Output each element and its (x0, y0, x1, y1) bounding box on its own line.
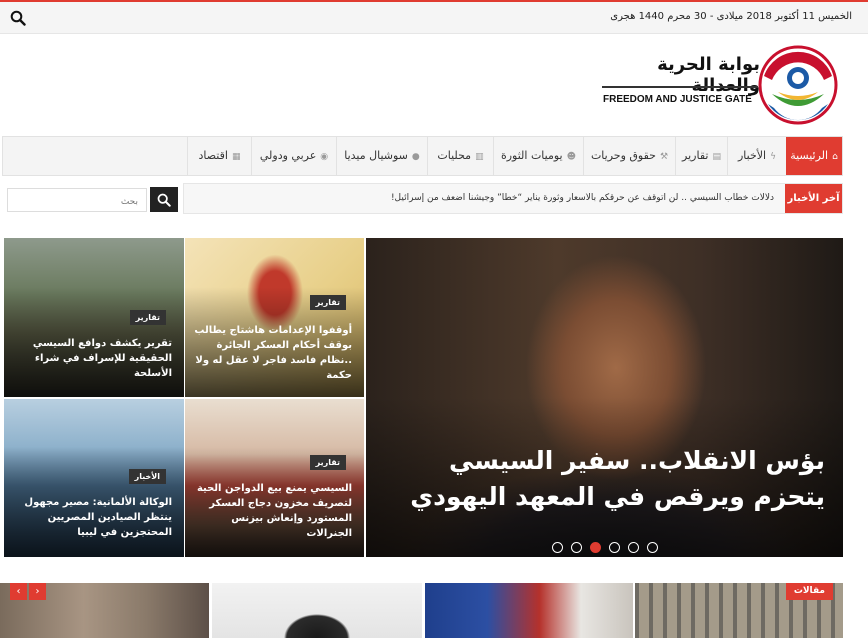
article-card[interactable]: مقالات (635, 583, 843, 638)
tile-title[interactable]: الوكالة الألمانية: مصير مجهول ينتظر الصي… (12, 495, 172, 540)
nav-item-arab-world[interactable]: ◉عربي ودولي (251, 137, 336, 175)
nav-item-label: اقتصاد (198, 149, 228, 162)
news-tile[interactable]: تقارير تقرير يكشف دوافع السيسي الحقيقية … (4, 238, 184, 397)
logo-english-text[interactable]: FREEDOM AND JUSTICE GATE (603, 94, 759, 105)
search-icon (157, 193, 171, 207)
news-tile[interactable]: تقارير السيسي يمنع بيع الدواجن الحية لتص… (185, 399, 364, 557)
ticker-headline[interactable]: دلالات خطاب السيسي .. لن أتوقف عن حرقكم … (194, 193, 774, 203)
logo-divider (602, 86, 758, 88)
slider-dot[interactable] (552, 542, 563, 553)
file-icon: ▤ (712, 152, 721, 162)
chart-icon: ▦ (231, 152, 241, 162)
carousel-next-button[interactable]: › (29, 583, 46, 600)
nav-item-revolution-diaries[interactable]: ☻يوميات الثورة (493, 137, 583, 175)
nav-item-rights[interactable]: ⚒حقوق وحريات (583, 137, 675, 175)
current-date: الخميس 11 أكتوبر 2018 ميلادى - 30 محرم 1… (610, 11, 852, 22)
tile-category-tag[interactable]: تقارير (309, 295, 346, 310)
nav-item-label: حقوق وحريات (590, 149, 656, 162)
nav-item-label: تقارير (682, 149, 709, 162)
building-icon: ▥ (475, 152, 484, 162)
news-tile[interactable]: تقارير أوقفوا الإعدامات هاشتاج يطالب بوق… (185, 238, 364, 397)
gavel-icon: ⚒ (659, 152, 669, 162)
carousel-arrows: ‹ › (10, 583, 46, 600)
slider-dot[interactable] (647, 542, 658, 553)
users-icon: ☻ (566, 152, 577, 162)
slider-dot[interactable] (628, 542, 639, 553)
news-ticker: آخر الأخبار دلالات خطاب السيسي .. لن أتو… (183, 183, 843, 214)
nav-item-label: سوشيال ميديا (344, 149, 408, 162)
news-tile[interactable]: الأخبار الوكالة الألمانية: مصير مجهول ين… (4, 399, 184, 557)
slider-headline[interactable]: بؤس الانقلاب.. سفير السيسي يتحزم ويرقص ف… (385, 443, 825, 515)
search-button[interactable] (150, 187, 178, 212)
tile-title[interactable]: السيسي يمنع بيع الدواجن الحية لتصريف مخز… (192, 481, 352, 541)
nav-item-social-media[interactable]: ●سوشيال ميديا (336, 137, 427, 175)
article-image (425, 583, 633, 638)
home-icon: ⌂ (832, 152, 838, 162)
slider-dot[interactable] (609, 542, 620, 553)
slider-dot[interactable] (571, 542, 582, 553)
search-box (7, 188, 147, 213)
globe-icon: ◉ (320, 152, 329, 162)
ticker-label: آخر الأخبار (785, 184, 842, 213)
top-bar: الخميس 11 أكتوبر 2018 ميلادى - 30 محرم 1… (0, 0, 868, 34)
nav-item-home[interactable]: ⌂الرئيسية (786, 137, 842, 175)
logo-emblem-icon[interactable] (758, 44, 838, 126)
bolt-icon: ϟ (770, 152, 777, 162)
tile-category-tag[interactable]: تقارير (309, 455, 346, 470)
search-input[interactable] (8, 191, 146, 213)
article-image (212, 583, 422, 638)
nav-item-label: محليات (437, 149, 472, 162)
tile-category-tag[interactable]: الأخبار (128, 469, 166, 484)
tile-title[interactable]: أوقفوا الإعدامات هاشتاج يطالب بوقف أحكام… (192, 323, 352, 383)
article-card[interactable] (212, 583, 422, 638)
nav-item-label: الأخبار (737, 149, 767, 162)
logo-arabic-text[interactable]: بوابة الحرية والعدالة (600, 54, 760, 96)
carousel-prev-button[interactable]: ‹ (10, 583, 27, 600)
site-header: بوابة الحرية والعدالة FREEDOM AND JUSTIC… (0, 34, 868, 134)
tile-title[interactable]: تقرير يكشف دوافع السيسي الحقيقية للإسراف… (12, 336, 172, 381)
nav-item-local[interactable]: ▥محليات (427, 137, 493, 175)
articles-category-badge[interactable]: مقالات (785, 583, 833, 600)
tile-category-tag[interactable]: تقارير (129, 310, 166, 325)
nav-item-economy[interactable]: ▦اقتصاد (187, 137, 251, 175)
nav-item-label: يوميات الثورة (500, 149, 563, 162)
featured-slider[interactable]: بؤس الانقلاب.. سفير السيسي يتحزم ويرقص ف… (366, 238, 843, 557)
nav-item-label: عربي ودولي (259, 149, 317, 162)
nav-item-reports[interactable]: ▤تقارير (675, 137, 727, 175)
nav-item-news[interactable]: ϟالأخبار (727, 137, 786, 175)
slider-dot[interactable] (590, 542, 601, 553)
main-navigation: ⌂الرئيسية ϟالأخبار ▤تقارير ⚒حقوق وحريات … (2, 136, 843, 176)
search-icon[interactable] (10, 10, 26, 26)
article-card[interactable] (425, 583, 633, 638)
comments-icon: ● (411, 152, 420, 162)
nav-item-label: الرئيسية (790, 149, 829, 162)
